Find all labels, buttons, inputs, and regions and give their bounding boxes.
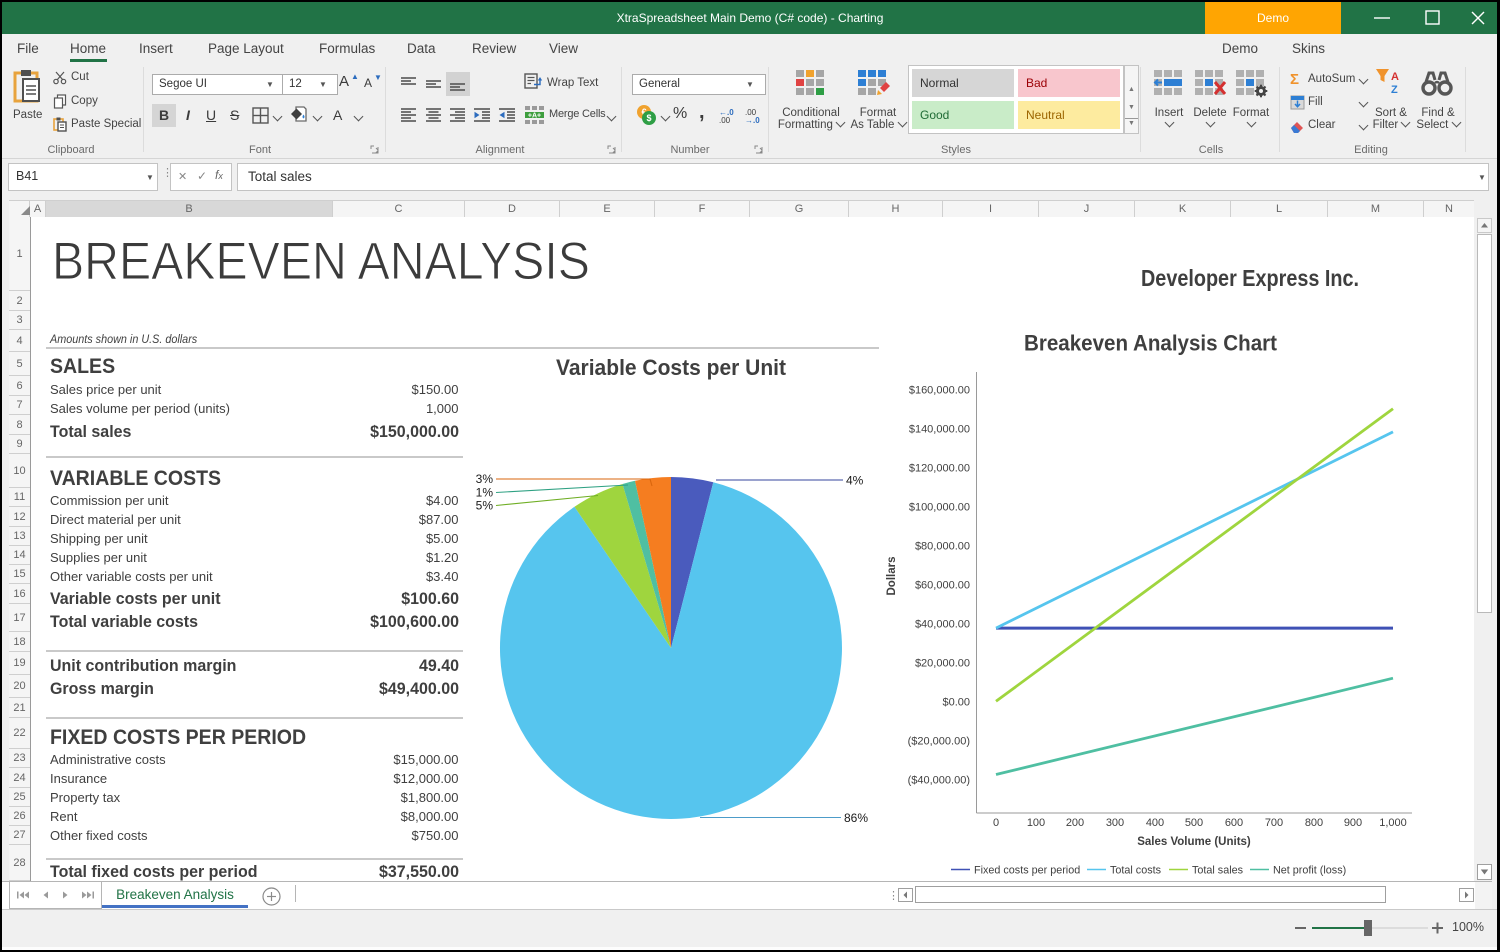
svg-text:($20,000.00): ($20,000.00) bbox=[908, 735, 970, 747]
svg-text:Dollars: Dollars bbox=[886, 557, 898, 596]
svg-text:1%: 1% bbox=[476, 486, 494, 500]
svg-text:200: 200 bbox=[1066, 817, 1084, 829]
svg-text:5%: 5% bbox=[476, 499, 494, 513]
svg-text:Total costs: Total costs bbox=[1110, 865, 1162, 877]
svg-text:3%: 3% bbox=[476, 472, 494, 486]
svg-text:($40,000.00): ($40,000.00) bbox=[908, 774, 970, 786]
svg-text:$40,000.00: $40,000.00 bbox=[915, 618, 970, 630]
svg-text:Sales Volume (Units): Sales Volume (Units) bbox=[1137, 836, 1251, 848]
svg-text:700: 700 bbox=[1265, 817, 1283, 829]
svg-text:86%: 86% bbox=[844, 811, 868, 825]
svg-text:600: 600 bbox=[1225, 817, 1243, 829]
svg-text:$60,000.00: $60,000.00 bbox=[915, 579, 970, 591]
svg-text:$100,000.00: $100,000.00 bbox=[909, 501, 970, 513]
svg-text:0: 0 bbox=[993, 817, 999, 829]
svg-text:$20,000.00: $20,000.00 bbox=[915, 657, 970, 669]
svg-text:$140,000.00: $140,000.00 bbox=[909, 423, 970, 435]
svg-text:300: 300 bbox=[1106, 817, 1124, 829]
svg-text:1,000: 1,000 bbox=[1379, 817, 1407, 829]
svg-text:400: 400 bbox=[1146, 817, 1164, 829]
svg-text:100: 100 bbox=[1027, 817, 1045, 829]
svg-text:Breakeven Analysis Chart: Breakeven Analysis Chart bbox=[1024, 331, 1277, 356]
svg-text:500: 500 bbox=[1185, 817, 1203, 829]
svg-text:Variable Costs per Unit: Variable Costs per Unit bbox=[556, 355, 786, 380]
svg-text:900: 900 bbox=[1344, 817, 1362, 829]
svg-text:Net profit (loss): Net profit (loss) bbox=[1273, 865, 1346, 877]
svg-text:800: 800 bbox=[1305, 817, 1323, 829]
svg-text:Fixed costs per period: Fixed costs per period bbox=[974, 865, 1080, 877]
svg-text:4%: 4% bbox=[846, 474, 864, 488]
svg-text:$160,000.00: $160,000.00 bbox=[909, 384, 970, 396]
svg-text:$120,000.00: $120,000.00 bbox=[909, 462, 970, 474]
svg-text:$80,000.00: $80,000.00 bbox=[915, 540, 970, 552]
svg-text:Developer Express Inc.: Developer Express Inc. bbox=[1141, 265, 1359, 291]
svg-text:$0.00: $0.00 bbox=[942, 696, 970, 708]
svg-text:Total sales: Total sales bbox=[1192, 865, 1244, 877]
